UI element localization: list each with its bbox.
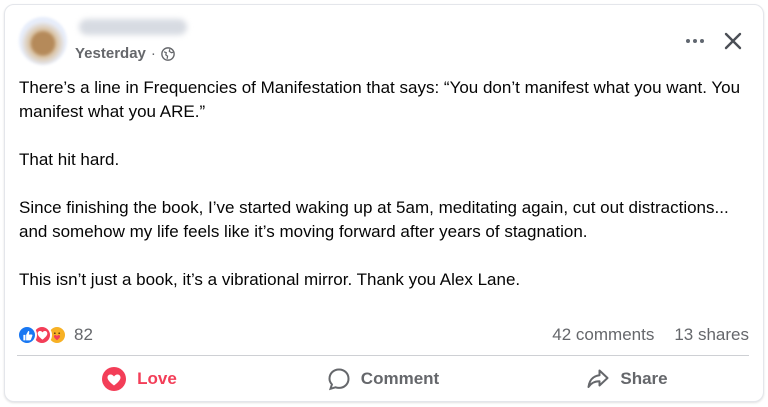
avatar[interactable] <box>19 17 67 65</box>
engagement-counts: 42 comments 13 shares <box>552 325 749 345</box>
globe-icon <box>161 46 175 61</box>
dot-icon <box>700 39 704 43</box>
post-header: Yesterday · <box>5 5 763 71</box>
share-button[interactable]: Share <box>505 361 749 397</box>
meta-separator: · <box>150 45 156 62</box>
post-meta: Yesterday · <box>75 45 175 62</box>
post-paragraph: This isn’t just a book, it’s a vibration… <box>19 270 521 289</box>
comment-icon <box>328 368 350 391</box>
divider <box>17 355 749 356</box>
comment-label: Comment <box>360 369 440 388</box>
post-card: Yesterday · There’s a line in Frequencie… <box>4 4 764 402</box>
comment-button[interactable]: Comment <box>261 361 505 397</box>
post-paragraph: That hit hard. <box>19 150 120 169</box>
comments-count[interactable]: 42 comments <box>552 325 654 345</box>
dot-icon <box>686 39 690 43</box>
dot-icon <box>693 39 697 43</box>
love-label: Love <box>137 369 177 388</box>
like-icon <box>17 325 37 345</box>
love-button[interactable]: Love <box>17 361 261 397</box>
more-options-button[interactable] <box>681 31 709 51</box>
post-actions: Love Comment Share <box>17 361 749 397</box>
reaction-count: 82 <box>74 325 93 344</box>
post-stats: 82 42 comments 13 shares <box>17 325 749 347</box>
close-icon <box>724 32 742 50</box>
author-name-blurred[interactable] <box>79 19 187 35</box>
reactions-summary[interactable]: 82 <box>17 325 93 345</box>
share-icon <box>587 369 609 388</box>
love-icon <box>102 367 127 391</box>
post-body: There’s a line in Frequencies of Manifes… <box>19 76 749 316</box>
post-timestamp[interactable]: Yesterday <box>75 45 146 62</box>
post-paragraph: Since finishing the book, I’ve started w… <box>19 198 729 241</box>
post-paragraph: There’s a line in Frequencies of Manifes… <box>19 78 741 121</box>
share-label: Share <box>620 369 668 388</box>
shares-count[interactable]: 13 shares <box>674 325 749 345</box>
close-button[interactable] <box>719 27 747 55</box>
